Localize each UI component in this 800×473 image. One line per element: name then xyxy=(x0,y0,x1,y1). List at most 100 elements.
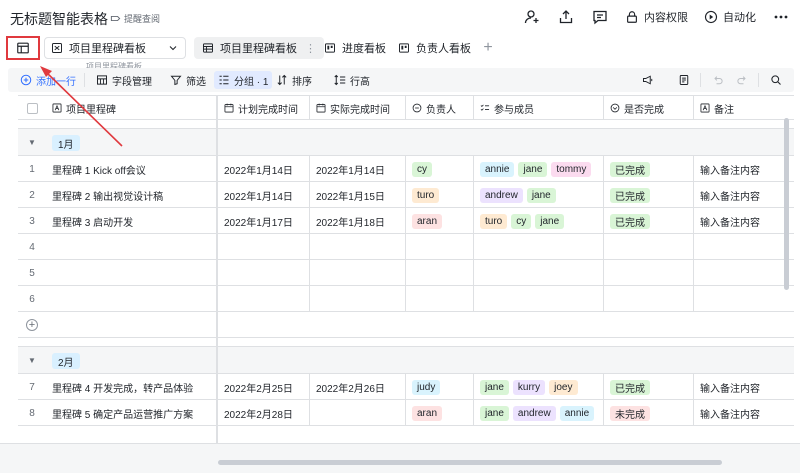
cell-owner[interactable] xyxy=(406,234,474,260)
cell-note[interactable]: 输入备注内容 xyxy=(694,208,794,234)
cell-note[interactable]: 输入备注内容 xyxy=(694,400,794,426)
cell-plan[interactable]: 2022年1月17日 xyxy=(218,208,310,234)
cell-actual[interactable] xyxy=(310,260,406,286)
undo-icon[interactable] xyxy=(712,68,724,92)
cell-num[interactable]: 2 xyxy=(18,182,46,208)
cell-actual[interactable]: 2022年1月15日 xyxy=(310,182,406,208)
table-row[interactable]: 1 里程碑 1 Kick off会议 2022年1月14日 2022年1月14日 cy a… xyxy=(18,156,794,182)
cell-name[interactable]: 里程碑 1 Kick off会议 xyxy=(46,156,218,182)
row-height-button[interactable]: 行高 xyxy=(334,68,370,92)
cell-plan[interactable]: 2022年1月14日 xyxy=(218,156,310,182)
document-title[interactable]: 无标题智能表格 xyxy=(10,9,108,29)
cell-done[interactable] xyxy=(604,260,694,286)
cell-num[interactable]: 7 xyxy=(18,374,46,400)
cell-name[interactable]: 里程碑 2 输出视觉设计稿 xyxy=(46,182,218,208)
cell-members[interactable]: annie jane tommy xyxy=(474,156,604,182)
cell-owner[interactable]: aran xyxy=(406,400,474,426)
cell-actual[interactable]: 2022年1月14日 xyxy=(310,156,406,182)
cell-owner[interactable]: aran xyxy=(406,208,474,234)
cell-plan[interactable]: 2022年2月25日 xyxy=(218,374,310,400)
cell-name[interactable]: 里程碑 4 开发完成，转产品体验 xyxy=(46,374,218,400)
cell-name[interactable] xyxy=(46,260,218,286)
sort-button[interactable]: 排序 xyxy=(276,68,312,92)
cell-done[interactable]: 已完成 xyxy=(604,156,694,182)
upload-icon[interactable] xyxy=(557,8,575,26)
tab-owner-board[interactable]: 负责人看板 xyxy=(390,37,479,59)
cell-note[interactable] xyxy=(694,260,794,286)
automation-button[interactable]: 自动化 xyxy=(704,9,756,25)
cell-num[interactable]: 5 xyxy=(18,260,46,286)
view-selector[interactable]: 项目里程碑看板 xyxy=(44,37,186,59)
cell-name[interactable] xyxy=(46,234,218,260)
cell-note[interactable] xyxy=(694,234,794,260)
cell-owner[interactable]: turo xyxy=(406,182,474,208)
tab-more-icon[interactable]: ⋮ xyxy=(305,42,316,55)
cell-name[interactable] xyxy=(46,286,218,312)
cell-plan[interactable] xyxy=(218,260,310,286)
table-row[interactable]: 8 里程碑 5 确定产品运营推广方案 2022年2月28日 aran jane andre… xyxy=(18,400,794,426)
cell-done[interactable] xyxy=(604,286,694,312)
column-header-plan-date[interactable]: 计划完成时间 xyxy=(218,96,310,120)
cell-num[interactable]: 1 xyxy=(18,156,46,182)
column-header-done[interactable]: 是否完成 xyxy=(604,96,694,120)
cell-plan[interactable] xyxy=(218,234,310,260)
cell-done[interactable] xyxy=(604,234,694,260)
table-row[interactable]: 2 里程碑 2 输出视觉设计稿 2022年1月14日 2022年1月15日 turo an… xyxy=(18,182,794,208)
horizontal-scrollbar[interactable] xyxy=(218,460,722,465)
tab-milestone-board[interactable]: 项目里程碑看板 ⋮ xyxy=(194,37,324,59)
caret-down-icon[interactable]: ▼ xyxy=(28,356,36,365)
comment-icon[interactable] xyxy=(591,8,609,26)
cell-members[interactable]: jane kurry joey xyxy=(474,374,604,400)
cell-plan[interactable]: 2022年1月14日 xyxy=(218,182,310,208)
add-row-button[interactable]: 添加一行 xyxy=(20,68,76,92)
cell-owner[interactable] xyxy=(406,286,474,312)
cell-actual[interactable]: 2022年2月26日 xyxy=(310,374,406,400)
add-record-row[interactable]: + xyxy=(18,312,794,338)
more-icon[interactable] xyxy=(772,8,790,26)
cell-num[interactable]: 4 xyxy=(18,234,46,260)
column-header-owner[interactable]: 负责人 xyxy=(406,96,474,120)
table-row[interactable]: 6 xyxy=(18,286,794,312)
column-header-milestone[interactable]: 项目里程碑 xyxy=(46,96,218,120)
cell-name[interactable]: 里程碑 5 确定产品运营推广方案 xyxy=(46,400,218,426)
group-header[interactable]: ▼ 1月 xyxy=(18,128,794,156)
cell-done[interactable]: 已完成 xyxy=(604,374,694,400)
cell-members[interactable] xyxy=(474,260,604,286)
cell-actual[interactable] xyxy=(310,400,406,426)
vertical-scrollbar[interactable] xyxy=(784,118,789,290)
cell-note[interactable]: 输入备注内容 xyxy=(694,182,794,208)
group-button[interactable]: 分组 · 1 xyxy=(214,71,273,89)
add-view-button[interactable]: + xyxy=(480,37,496,59)
cell-done[interactable]: 已完成 xyxy=(604,182,694,208)
cell-plan[interactable] xyxy=(218,286,310,312)
cell-plan[interactable]: 2022年2月28日 xyxy=(218,400,310,426)
field-manage-button[interactable]: 字段管理 xyxy=(96,68,152,92)
tab-progress-board[interactable]: 进度看板 xyxy=(316,37,394,59)
cell-owner[interactable] xyxy=(406,260,474,286)
cell-members[interactable]: turo cy jane xyxy=(474,208,604,234)
sidebar-toggle-button[interactable] xyxy=(6,36,40,60)
megaphone-icon[interactable] xyxy=(642,68,654,92)
cell-actual[interactable]: 2022年1月18日 xyxy=(310,208,406,234)
cell-actual[interactable] xyxy=(310,286,406,312)
caret-down-icon[interactable]: ▼ xyxy=(28,138,36,147)
filter-button[interactable]: 筛选 xyxy=(170,68,206,92)
table-row[interactable]: 3 里程碑 3 启动开发 2022年1月17日 2022年1月18日 aran turo c… xyxy=(18,208,794,234)
redo-icon[interactable] xyxy=(736,68,748,92)
column-header-actual-date[interactable]: 实际完成时间 xyxy=(310,96,406,120)
cell-actual[interactable] xyxy=(310,234,406,260)
cell-note[interactable]: 输入备注内容 xyxy=(694,374,794,400)
cell-done[interactable]: 未完成 xyxy=(604,400,694,426)
column-header-note[interactable]: 备注 xyxy=(694,96,794,120)
table-row[interactable]: 7 里程碑 4 开发完成，转产品体验 2022年2月25日 2022年2月26日 jud… xyxy=(18,374,794,400)
cell-owner[interactable]: cy xyxy=(406,156,474,182)
cell-owner[interactable]: judy xyxy=(406,374,474,400)
permission-button[interactable]: 内容权限 xyxy=(625,9,688,25)
search-icon[interactable] xyxy=(770,68,782,92)
table-row[interactable]: 5 xyxy=(18,260,794,286)
add-user-icon[interactable] xyxy=(523,8,541,26)
cell-num[interactable]: 3 xyxy=(18,208,46,234)
cell-num[interactable]: 6 xyxy=(18,286,46,312)
column-header-members[interactable]: 参与成员 xyxy=(474,96,604,120)
cell-done[interactable]: 已完成 xyxy=(604,208,694,234)
